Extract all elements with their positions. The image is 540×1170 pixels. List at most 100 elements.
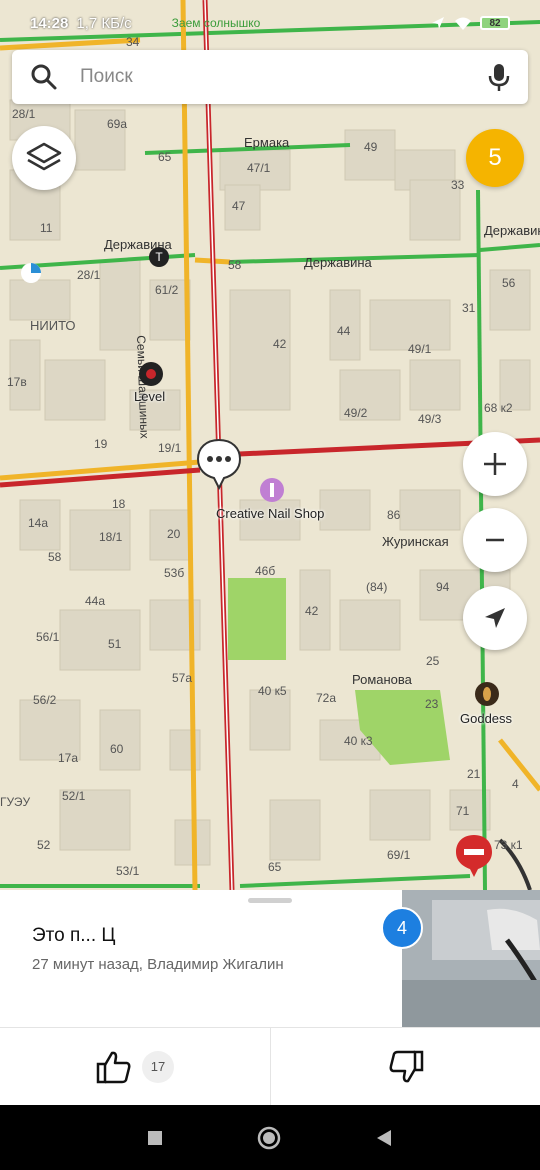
house-number: 69а [107, 117, 128, 131]
battery-icon: 82 [480, 16, 510, 30]
house-number: 21 [467, 767, 481, 781]
like-count: 17 [142, 1050, 174, 1083]
road-event-icon[interactable] [196, 438, 242, 490]
back-icon[interactable] [374, 1128, 394, 1148]
event-photo-image [402, 890, 540, 1027]
house-number: 94 [436, 580, 450, 594]
house-number: 14а [28, 516, 49, 530]
house-number: 28/1 [77, 268, 101, 282]
house-number: 61/2 [155, 283, 179, 297]
house-number: 40 к3 [344, 734, 373, 748]
status-network-speed: 1,7 КБ/с [76, 14, 132, 32]
salon-icon[interactable] [474, 681, 500, 707]
photo-count-badge[interactable]: 4 [381, 907, 423, 949]
home-icon[interactable] [257, 1126, 281, 1150]
event-photo[interactable] [402, 890, 540, 1027]
event-card[interactable]: Это п... Ц 27 минут назад, Владимир Жига… [0, 890, 540, 1105]
zoom-out-button[interactable] [463, 508, 527, 572]
zoom-in-button[interactable] [463, 432, 527, 496]
location-icon [432, 17, 444, 29]
house-number: 47 [232, 199, 246, 213]
poi-label[interactable]: Level [134, 389, 165, 404]
layer-pie-icon [21, 263, 41, 283]
cafe-icon[interactable] [138, 361, 164, 387]
house-number: 86 [387, 508, 401, 522]
svg-text:T: T [155, 250, 163, 264]
traffic-level-value: 5 [488, 144, 502, 171]
house-number: 49/2 [344, 406, 368, 420]
like-button[interactable]: 17 [0, 1028, 270, 1105]
house-number: 4 [512, 777, 519, 791]
battery-level: 82 [489, 17, 501, 29]
poi-label[interactable]: Goddess [460, 711, 512, 726]
house-number: 33 [451, 178, 465, 192]
road-closed-icon[interactable] [454, 833, 494, 879]
poi-label[interactable]: Creative Nail Shop [216, 506, 324, 521]
house-number: 18 [112, 497, 126, 511]
street-label-derzhavina: Державина [484, 223, 540, 238]
my-location-button[interactable] [463, 586, 527, 650]
layers-button[interactable] [12, 126, 76, 190]
transport-stop-icon[interactable]: T [148, 246, 170, 268]
house-number: 58 [48, 550, 62, 564]
house-number: 19 [94, 437, 108, 451]
status-icons: 82 [430, 15, 510, 31]
street-label-ermaka: Ермака [244, 135, 290, 150]
minus-icon [486, 538, 504, 542]
house-number: 53б [164, 566, 185, 580]
system-navigation-bar [0, 1105, 540, 1170]
navigation-arrow-icon [485, 608, 505, 628]
house-number: 53/1 [116, 864, 140, 878]
recent-apps-icon[interactable] [146, 1129, 164, 1147]
house-number: 49/3 [418, 412, 442, 426]
house-number: 47/1 [247, 161, 271, 175]
house-number: 56 [502, 276, 516, 290]
house-number: 23 [425, 697, 439, 711]
house-number: 65 [158, 150, 172, 164]
thumbs-down-icon [389, 1050, 423, 1082]
house-number: 71 [456, 804, 470, 818]
layers-icon [26, 142, 62, 171]
house-number: 58 [228, 258, 242, 272]
event-title: Это п... Ц [32, 925, 116, 946]
map-view[interactable]: Ермака Державина Державина Державина Сем… [0, 0, 540, 890]
thumbs-up-icon [96, 1051, 131, 1083]
status-bar: 14:28 1,7 КБ/с Заем солнышко 82 [0, 0, 540, 46]
street-label-romanova: Романова [352, 672, 412, 687]
house-number: (84) [366, 580, 388, 594]
house-number: 17в [7, 375, 27, 389]
house-number: 65 [268, 860, 282, 874]
house-number: 11 [40, 221, 53, 235]
house-number: 72а [316, 691, 337, 705]
house-number: 25 [426, 654, 440, 668]
dislike-button[interactable] [271, 1028, 540, 1105]
traffic-level-badge[interactable]: 5 [466, 129, 524, 187]
house-number: 18/1 [99, 530, 123, 544]
microphone-icon[interactable] [488, 62, 510, 92]
house-number: 28/1 [12, 107, 36, 121]
house-number: 42 [273, 337, 287, 351]
house-number: 44 [337, 324, 351, 338]
search-input[interactable]: Поиск [80, 66, 488, 88]
house-number: 42 [305, 604, 319, 618]
house-number: 60 [110, 742, 124, 756]
street-label-derzhavina: Державина [304, 255, 372, 270]
status-poi-label: Заем солнышко [171, 16, 261, 30]
street-label-zhurinskaya: Журинская [382, 534, 449, 549]
search-bar[interactable]: Поиск [12, 50, 528, 104]
plus-icon [484, 453, 506, 475]
house-number: 57а [172, 671, 193, 685]
house-number: 19/1 [158, 441, 182, 455]
house-number: 44а [85, 594, 106, 608]
house-number: 73 к1 [494, 838, 523, 852]
status-time: 14:28 [30, 14, 69, 32]
house-number: 68 к2 [484, 401, 513, 415]
house-number: 56/2 [33, 693, 57, 707]
house-number: 56/1 [36, 630, 60, 644]
house-number: 49/1 [408, 342, 432, 356]
house-number: 40 к5 [258, 684, 287, 698]
map-label: НИИТО [30, 318, 76, 333]
beauty-salon-icon[interactable] [259, 477, 285, 503]
sheet-drag-handle[interactable] [248, 898, 292, 903]
house-number: 49 [364, 140, 378, 154]
